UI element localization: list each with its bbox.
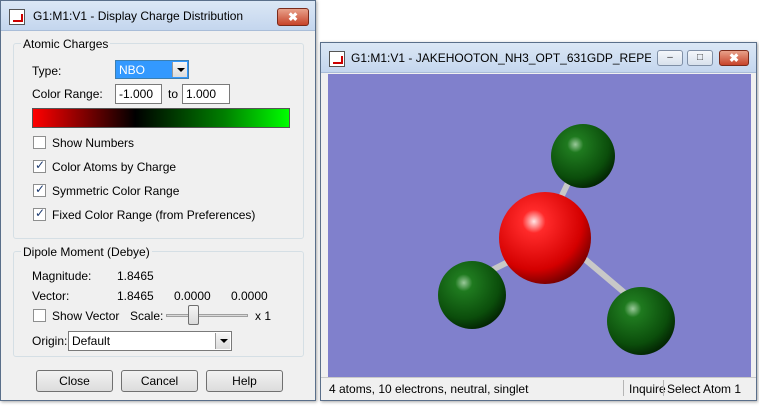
molecule-close-icon[interactable]: ✖ — [719, 50, 749, 66]
symmetric-range-label[interactable]: Symmetric Color Range — [52, 184, 179, 198]
scale-slider-track[interactable] — [166, 314, 248, 317]
dialog-titlebar[interactable]: G1:M1:V1 - Display Charge Distribution ✖ — [1, 1, 315, 31]
nh3-molecule-render[interactable] — [328, 74, 751, 377]
vector-y-value: 0.0000 — [174, 289, 211, 303]
origin-label: Origin: — [32, 334, 68, 348]
scale-slider-thumb[interactable] — [188, 305, 199, 325]
atomic-charges-legend: Atomic Charges — [21, 37, 111, 51]
molecule-viewport[interactable] — [328, 74, 751, 377]
show-numbers-label[interactable]: Show Numbers — [52, 136, 134, 150]
mode-status: Inquire — [629, 382, 666, 396]
chevron-down-icon[interactable] — [215, 333, 230, 349]
range-min-input[interactable]: -1.000 — [115, 84, 162, 104]
color-atoms-label[interactable]: Color Atoms by Charge — [52, 160, 176, 174]
atom-nitrogen[interactable] — [499, 192, 591, 284]
show-vector-label[interactable]: Show Vector — [52, 309, 119, 323]
show-vector-checkbox[interactable] — [33, 309, 46, 322]
range-to-label: to — [168, 87, 179, 101]
dipole-moment-legend: Dipole Moment (Debye) — [21, 245, 152, 259]
color-atoms-checkbox[interactable] — [33, 158, 46, 173]
chevron-down-icon[interactable] — [172, 62, 187, 77]
show-numbers-checkbox[interactable] — [33, 136, 46, 149]
magnitude-label: Magnitude: — [32, 269, 92, 283]
charge-distribution-dialog: G1:M1:V1 - Display Charge Distribution ✖… — [0, 0, 316, 401]
charge-type-select[interactable]: NBO — [115, 60, 189, 79]
type-label: Type: — [32, 64, 62, 78]
close-button[interactable]: Close — [36, 370, 113, 392]
molecule-window-title: G1:M1:V1 - JAKEHOOTON_NH3_OPT_631GDP_REP… — [351, 51, 651, 65]
maximize-icon[interactable]: □ — [687, 50, 713, 66]
action-status: Select Atom 1 — [667, 382, 742, 396]
magnitude-value: 1.8465 — [117, 269, 154, 283]
gaussview-app-icon — [9, 9, 25, 25]
molecule-info-status: 4 atoms, 10 electrons, neutral, singlet — [329, 382, 529, 396]
fixed-range-checkbox[interactable] — [33, 206, 46, 221]
vector-label: Vector: — [32, 289, 70, 303]
minimize-icon[interactable]: – — [657, 50, 683, 66]
atom-h3[interactable] — [607, 287, 675, 355]
color-range-label: Color Range: — [32, 87, 103, 101]
scale-value: x 1 — [255, 309, 272, 323]
dialog-title: G1:M1:V1 - Display Charge Distribution — [33, 9, 244, 23]
molecule-titlebar[interactable]: G1:M1:V1 - JAKEHOOTON_NH3_OPT_631GDP_REP… — [321, 43, 756, 73]
origin-select[interactable]: Default — [68, 331, 232, 351]
scale-label: Scale: — [130, 309, 164, 323]
range-max-input[interactable]: 1.000 — [182, 84, 230, 104]
status-separator — [623, 380, 624, 396]
molecule-view-window: G1:M1:V1 - JAKEHOOTON_NH3_OPT_631GDP_REP… — [320, 42, 757, 401]
charge-type-value: NBO — [119, 63, 146, 77]
atom-h1[interactable] — [551, 124, 615, 188]
dialog-close-icon[interactable]: ✖ — [277, 8, 309, 26]
vector-x-value: 1.8465 — [117, 289, 154, 303]
fixed-range-label[interactable]: Fixed Color Range (from Preferences) — [52, 208, 255, 222]
molecule-statusbar: 4 atoms, 10 electrons, neutral, singlet … — [321, 377, 756, 400]
charge-color-bar — [32, 108, 290, 128]
atom-h2[interactable] — [438, 261, 506, 329]
origin-value: Default — [72, 334, 111, 348]
cancel-button[interactable]: Cancel — [121, 370, 198, 392]
vector-z-value: 0.0000 — [231, 289, 268, 303]
status-separator — [663, 380, 664, 396]
symmetric-range-checkbox[interactable] — [33, 182, 46, 197]
help-button[interactable]: Help — [206, 370, 283, 392]
gaussview-app-icon — [329, 51, 345, 67]
